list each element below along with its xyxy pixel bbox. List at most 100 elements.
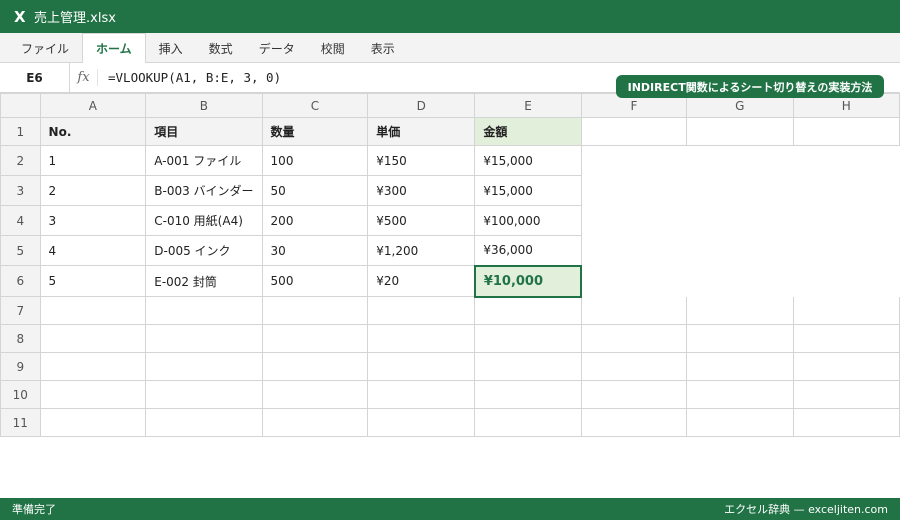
cell[interactable] (580, 380, 688, 409)
row-header[interactable]: 11 (0, 408, 41, 437)
cell[interactable]: 200 (261, 205, 369, 236)
formula-input[interactable]: =VLOOKUP(A1, B:E, 3, 0) (98, 70, 281, 85)
name-box[interactable]: E6 (0, 63, 70, 92)
cell[interactable] (580, 324, 688, 353)
cell[interactable] (145, 296, 263, 325)
cell[interactable] (145, 380, 263, 409)
cell[interactable] (39, 380, 147, 409)
cell[interactable] (686, 324, 794, 353)
cell[interactable] (792, 175, 900, 206)
cell[interactable]: ¥36,000 (474, 235, 582, 266)
row-header[interactable]: 10 (0, 380, 41, 409)
cell[interactable] (686, 175, 794, 206)
tab-insert[interactable]: 挿入 (146, 34, 196, 62)
cell[interactable] (792, 145, 900, 176)
cell-header-quantity[interactable]: 数量 (261, 117, 369, 146)
cell[interactable]: E-002 封筒 (145, 265, 263, 297)
row-header[interactable]: 2 (0, 145, 41, 176)
row-header[interactable]: 1 (0, 117, 41, 146)
cell[interactable] (474, 408, 582, 437)
cell[interactable] (474, 380, 582, 409)
cell[interactable] (367, 296, 476, 325)
cell[interactable] (367, 352, 476, 381)
tab-view[interactable]: 表示 (358, 34, 408, 62)
cell[interactable] (686, 265, 794, 297)
cell[interactable]: 3 (39, 205, 147, 236)
cell[interactable] (580, 296, 688, 325)
cell[interactable] (792, 380, 900, 409)
select-all-corner[interactable] (0, 93, 41, 118)
row-header[interactable]: 7 (0, 296, 41, 325)
cell-header-item[interactable]: 項目 (145, 117, 263, 146)
cell[interactable] (474, 296, 582, 325)
cell[interactable] (261, 380, 369, 409)
column-header[interactable]: C (261, 93, 369, 118)
column-header[interactable]: D (367, 93, 476, 118)
cell[interactable]: ¥300 (367, 175, 476, 206)
column-header[interactable]: A (39, 93, 147, 118)
cell[interactable] (474, 324, 582, 353)
cell-header-amount[interactable]: 金額 (474, 117, 582, 146)
cell[interactable] (792, 117, 900, 146)
cell[interactable] (686, 380, 794, 409)
cell[interactable]: ¥500 (367, 205, 476, 236)
cell[interactable] (261, 352, 369, 381)
row-header[interactable]: 3 (0, 175, 41, 206)
cell[interactable] (474, 352, 582, 381)
cell[interactable]: 100 (261, 145, 369, 176)
cell[interactable] (580, 408, 688, 437)
fx-icon[interactable]: fx (70, 68, 98, 87)
cell[interactable]: ¥100,000 (474, 205, 582, 236)
cell[interactable] (580, 352, 688, 381)
cell[interactable] (686, 408, 794, 437)
row-header[interactable]: 9 (0, 352, 41, 381)
row-header[interactable]: 4 (0, 205, 41, 236)
tab-review[interactable]: 校閲 (308, 34, 358, 62)
cell[interactable]: 5 (39, 265, 147, 297)
cell[interactable] (580, 117, 688, 146)
cell[interactable] (792, 235, 900, 266)
selected-cell-e6[interactable]: ¥10,000 (473, 264, 583, 298)
cell-header-no[interactable]: No. (39, 117, 147, 146)
cell[interactable] (580, 265, 688, 297)
cell[interactable] (792, 205, 900, 236)
cell[interactable]: B-003 バインダー (145, 175, 263, 206)
cell[interactable] (792, 324, 900, 353)
cell[interactable] (792, 408, 900, 437)
cell[interactable]: A-001 ファイル (145, 145, 263, 176)
cell[interactable] (686, 235, 794, 266)
cell[interactable]: D-005 インク (145, 235, 263, 266)
tab-formulas[interactable]: 数式 (196, 34, 246, 62)
cell[interactable] (145, 324, 263, 353)
cell[interactable]: 30 (261, 235, 369, 266)
column-header[interactable]: E (474, 93, 582, 118)
cell[interactable]: ¥15,000 (474, 145, 582, 176)
cell[interactable] (686, 145, 794, 176)
cell[interactable]: C-010 用紙(A4) (145, 205, 263, 236)
cell[interactable] (145, 352, 263, 381)
cell[interactable] (261, 408, 369, 437)
cell[interactable]: ¥20 (367, 265, 476, 297)
cell[interactable] (792, 352, 900, 381)
cell[interactable] (261, 296, 369, 325)
tab-file[interactable]: ファイル (8, 34, 82, 62)
row-header[interactable]: 6 (0, 265, 41, 297)
cell[interactable]: 2 (39, 175, 147, 206)
cell[interactable] (39, 296, 147, 325)
cell[interactable] (39, 408, 147, 437)
row-header[interactable]: 8 (0, 324, 41, 353)
cell[interactable] (39, 324, 147, 353)
cell[interactable] (686, 296, 794, 325)
cell[interactable] (145, 408, 263, 437)
row-header[interactable]: 5 (0, 235, 41, 266)
cell[interactable] (367, 380, 476, 409)
cell[interactable]: 1 (39, 145, 147, 176)
cell[interactable] (792, 265, 900, 297)
cell-header-unit-price[interactable]: 単価 (367, 117, 476, 146)
cell[interactable] (580, 145, 688, 176)
cell[interactable] (792, 296, 900, 325)
tab-home[interactable]: ホーム (82, 33, 146, 63)
tab-data[interactable]: データ (246, 34, 308, 62)
cell[interactable] (686, 205, 794, 236)
cell[interactable] (686, 352, 794, 381)
